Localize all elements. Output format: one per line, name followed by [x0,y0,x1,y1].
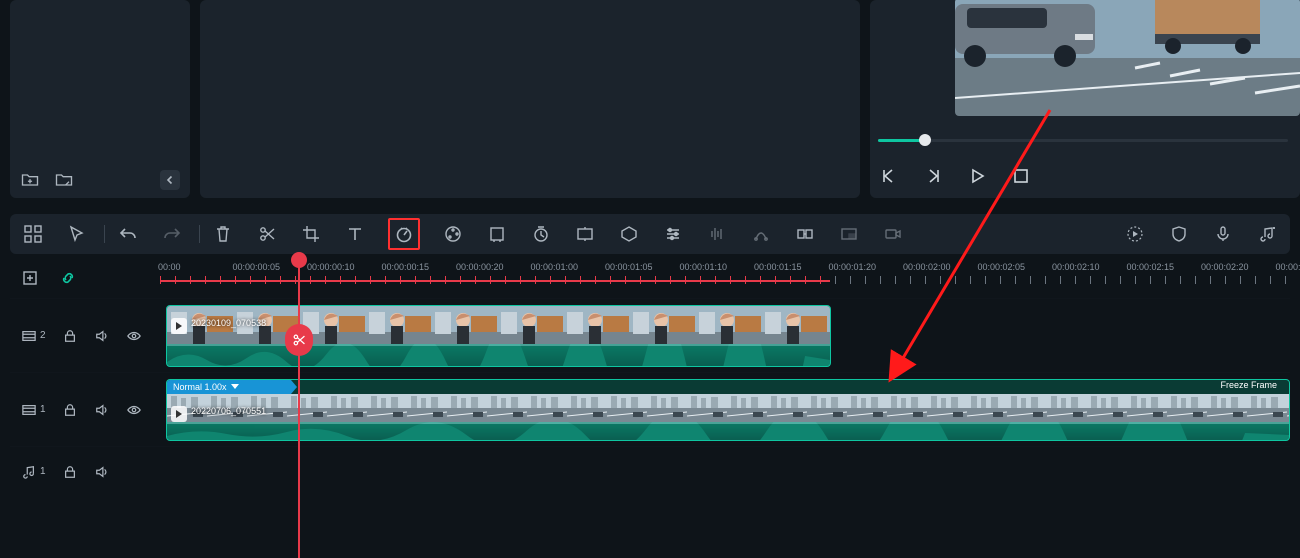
color-icon[interactable] [442,223,464,245]
record-icon[interactable] [882,223,904,245]
link-track-icon[interactable] [60,270,76,286]
preview-thumbnail [955,0,1300,116]
lock-icon[interactable] [62,402,78,418]
track-number: 1 [40,404,46,415]
center-panel [200,0,860,198]
clip-play-icon [171,406,187,422]
duration-icon[interactable] [530,223,552,245]
cursor-select-icon[interactable] [66,223,88,245]
preview-panel [870,0,1300,198]
stop-button[interactable] [1010,165,1032,187]
mute-icon[interactable] [94,402,110,418]
clip-label: 20230109_070538 [191,318,266,328]
ruler-time-label: 00:00:01:10 [680,262,728,272]
mute-icon[interactable] [94,464,110,480]
track-header-video-2: 2 [10,298,160,372]
ruler-time-label: 00:00:03:00 [1276,262,1300,272]
timeline-toolbar [10,214,1290,254]
ruler-time-label: 00:00:02:10 [1052,262,1100,272]
playhead[interactable] [298,258,300,558]
media-panel [10,0,190,198]
clip-play-icon [171,318,187,334]
zoom-slider-knob[interactable] [919,134,931,146]
ruler-time-label: 00:00:02:20 [1201,262,1249,272]
play-button[interactable] [966,165,988,187]
lock-icon[interactable] [62,464,78,480]
track-audio-1[interactable] [160,446,1290,496]
zoom-slider[interactable] [878,130,1288,150]
trash-icon[interactable] [212,223,234,245]
visibility-icon[interactable] [126,402,142,418]
ruler-time-label: 00:00:00:15 [382,262,430,272]
next-frame-button[interactable] [922,165,944,187]
split-badge-icon[interactable] [285,324,313,356]
playhead-knob[interactable] [291,252,307,268]
ruler-time-label: 00:00:01:15 [754,262,802,272]
music-settings-icon[interactable] [1256,223,1278,245]
clip-video-bottom[interactable]: Normal 1.00x Freeze Frame [166,379,1290,441]
visibility-icon[interactable] [126,328,142,344]
track-number: 2 [40,330,46,341]
mic-icon[interactable] [1212,223,1234,245]
track-number: 1 [40,466,46,477]
ruler-time-label: 00:00:00:10 [307,262,355,272]
fit-icon[interactable] [574,223,596,245]
scissors-icon[interactable] [256,223,278,245]
undo-icon[interactable] [117,223,139,245]
clip-speed-badge[interactable]: Normal 1.00x [167,380,291,394]
transition-snap-icon[interactable] [794,223,816,245]
crop-icon[interactable] [300,223,322,245]
folder-link-icon[interactable] [54,170,74,190]
transform-icon[interactable] [486,223,508,245]
clip-label: 20220706_070551 [191,406,266,416]
ruler-time-label: 00:00:02:00 [903,262,951,272]
speed-icon[interactable] [388,218,420,250]
keyframe-icon[interactable] [750,223,772,245]
render-preview-icon[interactable] [1124,223,1146,245]
ruler-time-label: 00:00:00:20 [456,262,504,272]
track-header-video-1: 1 [10,372,160,446]
freeze-frame-label: Freeze Frame [1220,380,1277,390]
track-video-1[interactable]: Normal 1.00x Freeze Frame [160,372,1290,446]
collapse-panel-button[interactable] [160,170,180,190]
adjustments-icon[interactable] [662,223,684,245]
timeline-ruler[interactable]: 00:00 00:00:00:05 00:00:00:10 00:00:00:15 00… [160,258,1290,298]
top-panels [0,0,1300,208]
ruler-time-label: 00:00:00:05 [233,262,281,272]
lock-icon[interactable] [62,328,78,344]
mute-icon[interactable] [94,328,110,344]
track-video-2[interactable]: 20230109_070538 [160,298,1290,372]
clip-video-top[interactable]: 20230109_070538 [166,305,831,367]
mask-icon[interactable] [618,223,640,245]
layout-grid-icon[interactable] [22,223,44,245]
ruler-time-label: 00:00:01:05 [605,262,653,272]
ruler-time-label: 00:00:01:00 [531,262,579,272]
speed-label: Normal 1.00x [173,382,227,392]
track-headers: 2 1 1 [10,258,160,558]
prev-frame-button[interactable] [878,165,900,187]
ruler-time-label: 00:00:01:20 [829,262,877,272]
separator [104,225,105,243]
add-track-icon[interactable] [22,270,38,286]
audio-eq-icon[interactable] [706,223,728,245]
picture-in-picture-icon[interactable] [838,223,860,245]
timeline: 2 1 1 00:00 00:00:00:05 00:00:00:10 00:00:0… [10,258,1290,558]
separator [199,225,200,243]
new-folder-icon[interactable] [20,170,40,190]
ruler-time-label: 00:00:02:15 [1127,262,1175,272]
redo-icon[interactable] [161,223,183,245]
ruler-time-label: 00:00 [158,262,181,272]
marker-shield-icon[interactable] [1168,223,1190,245]
ruler-time-label: 00:00:02:05 [978,262,1026,272]
track-header-audio-1: 1 [10,446,160,496]
text-icon[interactable] [344,223,366,245]
